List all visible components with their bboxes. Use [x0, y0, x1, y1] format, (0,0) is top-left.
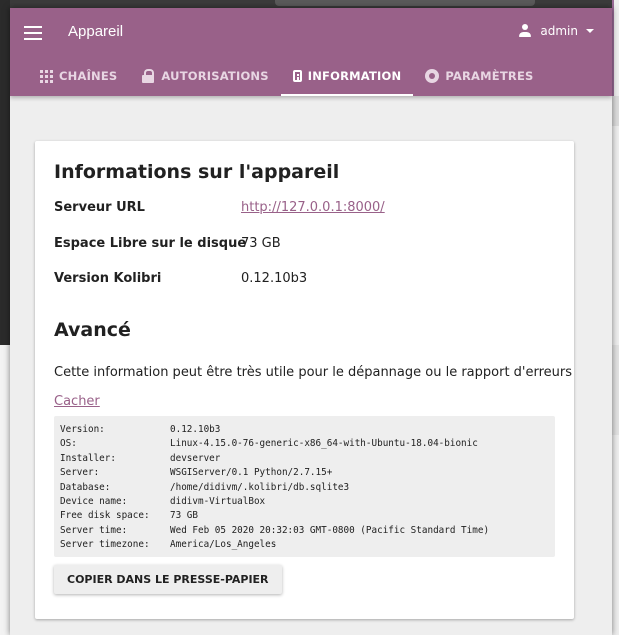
free-space-row: Espace Libre sur le disque [54, 236, 246, 251]
debug-key: OS: [60, 438, 77, 450]
free-space-value: 73 GB [241, 236, 281, 251]
version-value: 0.12.10b3 [241, 271, 308, 286]
debug-value: devserver [170, 452, 221, 464]
debug-value: WSGIServer/0.1 Python/2.7.15+ [170, 467, 333, 479]
page-title: Appareil [68, 23, 124, 40]
lock-icon [141, 69, 155, 83]
debug-row: Server time: Wed Feb 05 2020 20:32:03 GMT… [60, 524, 489, 538]
debug-key: Installer: [60, 452, 116, 464]
background-window-right [612, 0, 619, 635]
debug-row: Server: WSGIServer/0.1 Python/2.7.15+ [60, 466, 489, 480]
user-menu[interactable]: admin [518, 24, 594, 38]
debug-row: Version: 0.12.10b3 [60, 423, 489, 437]
debug-value: didivm-VirtualBox [170, 496, 266, 508]
debug-key: Device name: [60, 496, 128, 508]
debug-table: Version: 0.12.10b3 OS: Linux-4.15.0-76-gene… [60, 423, 489, 553]
advanced-description: Cette information peut être très utile p… [54, 365, 573, 380]
device-info-card: Informations sur l'appareil Serveur URL … [35, 141, 574, 619]
tab-label: PARAMÈTRES [445, 69, 534, 83]
debug-value: /home/didivm/.kolibri/db.sqlite3 [170, 481, 350, 493]
chevron-down-icon [586, 29, 594, 33]
debug-value: America/Los_Angeles [170, 539, 277, 551]
server-url-label: Serveur URL [54, 200, 145, 215]
person-icon [518, 24, 532, 38]
app-bar: Appareil admin CHAÎNES AUTORISATIONS INF… [10, 8, 612, 96]
server-url-row: Serveur URL [54, 200, 145, 215]
version-label: Version Kolibri [54, 271, 162, 286]
tab-permissions[interactable]: AUTORISATIONS [129, 56, 280, 96]
debug-row: Device name: didivm-VirtualBox [60, 495, 489, 509]
username: admin [540, 24, 578, 38]
debug-row: OS: Linux-4.15.0-76-generic-x86_64-with-U… [60, 437, 489, 451]
info-icon [292, 70, 302, 82]
background-window [0, 345, 10, 635]
debug-value: Linux-4.15.0-76-generic-x86_64-with-Ubun… [170, 438, 478, 450]
debug-key: Server timezone: [60, 539, 150, 551]
debug-row: Database: /home/didivm/.kolibri/db.sqlite… [60, 481, 489, 495]
device-info-heading: Informations sur l'appareil [54, 161, 340, 183]
advanced-heading: Avancé [54, 319, 131, 341]
gear-icon [425, 69, 440, 83]
tab-label: AUTORISATIONS [161, 69, 269, 83]
browser-address-bar [275, 0, 535, 6]
debug-key: Version: [60, 424, 105, 435]
version-row: Version Kolibri [54, 271, 161, 286]
free-space-label: Espace Libre sur le disque [54, 236, 247, 251]
tab-channels[interactable]: CHAÎNES [28, 56, 129, 96]
tab-information[interactable]: INFORMATION [280, 56, 414, 96]
hamburger-menu-icon[interactable] [24, 26, 42, 40]
tab-bar: CHAÎNES AUTORISATIONS INFORMATION PARAMÈ… [28, 56, 546, 96]
tab-label: INFORMATION [307, 69, 402, 83]
debug-key: Free disk space: [60, 510, 150, 522]
debug-row: Server timezone: America/Los_Angeles [60, 538, 489, 552]
debug-value: 73 GB [170, 510, 198, 522]
debug-value: 0.12.10b3 [170, 424, 221, 435]
copy-to-clipboard-button[interactable]: COPIER DANS LE PRESSE-PAPIER [54, 565, 282, 594]
debug-key: Database: [60, 481, 111, 493]
debug-info-box: Version: 0.12.10b3 OS: Linux-4.15.0-76-gene… [54, 416, 555, 557]
debug-value: Wed Feb 05 2020 20:32:03 GMT-0800 (Pacif… [170, 524, 490, 536]
kolibri-window: Appareil admin CHAÎNES AUTORISATIONS INF… [10, 8, 612, 635]
debug-key: Server: [60, 467, 100, 479]
hide-link[interactable]: Cacher [54, 394, 100, 409]
debug-row: Free disk space: 73 GB [60, 509, 489, 523]
tab-label: CHAÎNES [59, 69, 118, 83]
debug-key: Server time: [60, 524, 128, 536]
debug-row: Installer: devserver [60, 452, 489, 466]
tab-settings[interactable]: PARAMÈTRES [413, 56, 545, 96]
grid-icon [40, 69, 53, 83]
server-url-link[interactable]: http://127.0.0.1:8000/ [241, 200, 385, 215]
